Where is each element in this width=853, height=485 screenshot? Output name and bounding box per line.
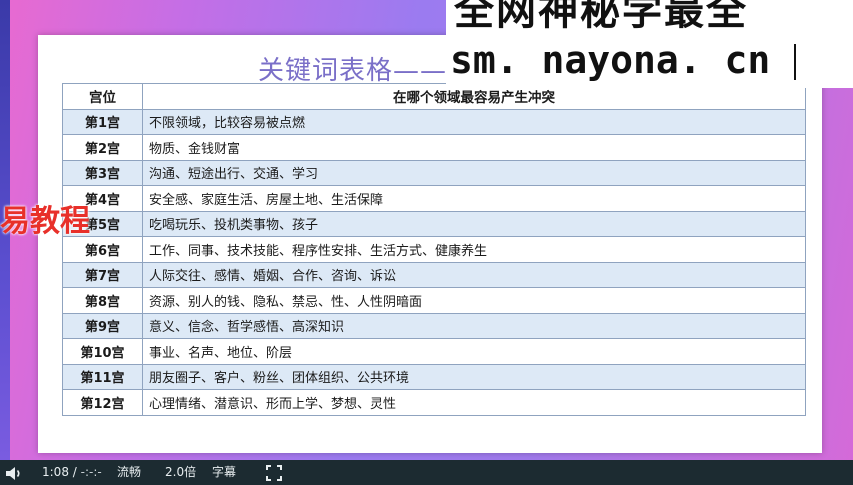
conflict-area-cell: 安全感、家庭生活、房屋土地、生活保障 — [142, 185, 806, 212]
keyword-table: 宫位 在哪个领域最容易产生冲突 第1宫 不限领域，比较容易被点燃 第2宫 物质、金钱财… — [62, 83, 806, 416]
overlay-red-text: 易教程 — [0, 204, 90, 239]
conflict-area-cell: 沟通、短途出行、交通、学习 — [142, 159, 806, 186]
table-row: 第1宫 不限领域，比较容易被点燃 — [62, 108, 806, 135]
column-header-house: 宫位 — [62, 83, 143, 110]
table-row: 第12宫 心理情绪、潜意识、形而上学、梦想、灵性 — [62, 389, 806, 416]
house-cell: 第9宫 — [62, 312, 143, 339]
keyword-table-container: 宫位 在哪个领域最容易产生冲突 第1宫 不限领域，比较容易被点燃 第2宫 物质、金钱财… — [62, 83, 806, 416]
subtitles-button[interactable]: 字幕 — [212, 465, 236, 480]
quality-button[interactable]: 流畅 — [117, 465, 141, 480]
time-separator: / — [68, 465, 81, 479]
conflict-area-cell: 资源、别人的钱、隐私、禁忌、性、人性阴暗面 — [142, 287, 806, 314]
watermark-caret — [794, 44, 796, 80]
conflict-area-cell: 朋友圈子、客户、粉丝、团体组织、公共环境 — [142, 363, 806, 390]
table-row: 第9宫 意义、信念、哲学感悟、高深知识 — [62, 312, 806, 339]
watermark-box: 全网神秘学最全 sm. nayona. cn — [446, 0, 853, 88]
time-current: 1:08 — [42, 465, 69, 479]
conflict-area-cell: 不限领域，比较容易被点燃 — [142, 108, 806, 135]
table-row: 第5宫 吃喝玩乐、投机类事物、孩子 — [62, 210, 806, 237]
house-cell: 第6宫 — [62, 236, 143, 263]
conflict-area-cell: 工作、同事、技术技能、程序性安排、生活方式、健康养生 — [142, 236, 806, 263]
video-player-controls: 1:08 / -:-:- 流畅 2.0倍 字幕 — [0, 460, 853, 485]
table-row: 第8宫 资源、别人的钱、隐私、禁忌、性、人性阴暗面 — [62, 287, 806, 314]
house-cell: 第8宫 — [62, 287, 143, 314]
house-cell: 第2宫 — [62, 134, 143, 161]
table-row: 第7宫 人际交往、感情、婚姻、合作、咨询、诉讼 — [62, 261, 806, 288]
playback-speed-button[interactable]: 2.0倍 — [165, 465, 196, 480]
house-cell: 第1宫 — [62, 108, 143, 135]
slide-title: 关键词表格—— — [258, 56, 448, 86]
conflict-area-cell: 吃喝玩乐、投机类事物、孩子 — [142, 210, 806, 237]
conflict-area-cell: 事业、名声、地位、阶层 — [142, 338, 806, 365]
table-row: 第6宫 工作、同事、技术技能、程序性安排、生活方式、健康养生 — [62, 236, 806, 263]
house-cell: 第3宫 — [62, 159, 143, 186]
conflict-area-cell: 心理情绪、潜意识、形而上学、梦想、灵性 — [142, 389, 806, 416]
watermark-url: sm. nayona. cn — [450, 38, 771, 82]
fullscreen-icon[interactable] — [266, 465, 282, 481]
table-row: 第10宫 事业、名声、地位、阶层 — [62, 338, 806, 365]
conflict-area-cell: 物质、金钱财富 — [142, 134, 806, 161]
house-cell: 第10宫 — [62, 338, 143, 365]
time-total: -:-:- — [80, 465, 102, 479]
conflict-area-cell: 意义、信念、哲学感悟、高深知识 — [142, 312, 806, 339]
conflict-area-cell: 人际交往、感情、婚姻、合作、咨询、诉讼 — [142, 261, 806, 288]
speaker-icon[interactable] — [4, 465, 24, 482]
table-body: 第1宫 不限领域，比较容易被点燃 第2宫 物质、金钱财富 第3宫 沟通、短途出行、交通、学… — [62, 108, 806, 416]
table-row: 第3宫 沟通、短途出行、交通、学习 — [62, 159, 806, 186]
table-row: 第11宫 朋友圈子、客户、粉丝、团体组织、公共环境 — [62, 363, 806, 390]
watermark-top-text: 全网神秘学最全 — [454, 0, 748, 34]
table-row: 第2宫 物质、金钱财富 — [62, 134, 806, 161]
house-cell: 第11宫 — [62, 363, 143, 390]
presentation-slide: 关键词表格—— 宫位 在哪个领域最容易产生冲突 第1宫 不限领域，比较容易被点燃第… — [38, 35, 822, 453]
playback-time: 1:08 / -:-:- — [42, 465, 102, 480]
table-row: 第4宫 安全感、家庭生活、房屋土地、生活保障 — [62, 185, 806, 212]
house-cell: 第12宫 — [62, 389, 143, 416]
house-cell: 第7宫 — [62, 261, 143, 288]
